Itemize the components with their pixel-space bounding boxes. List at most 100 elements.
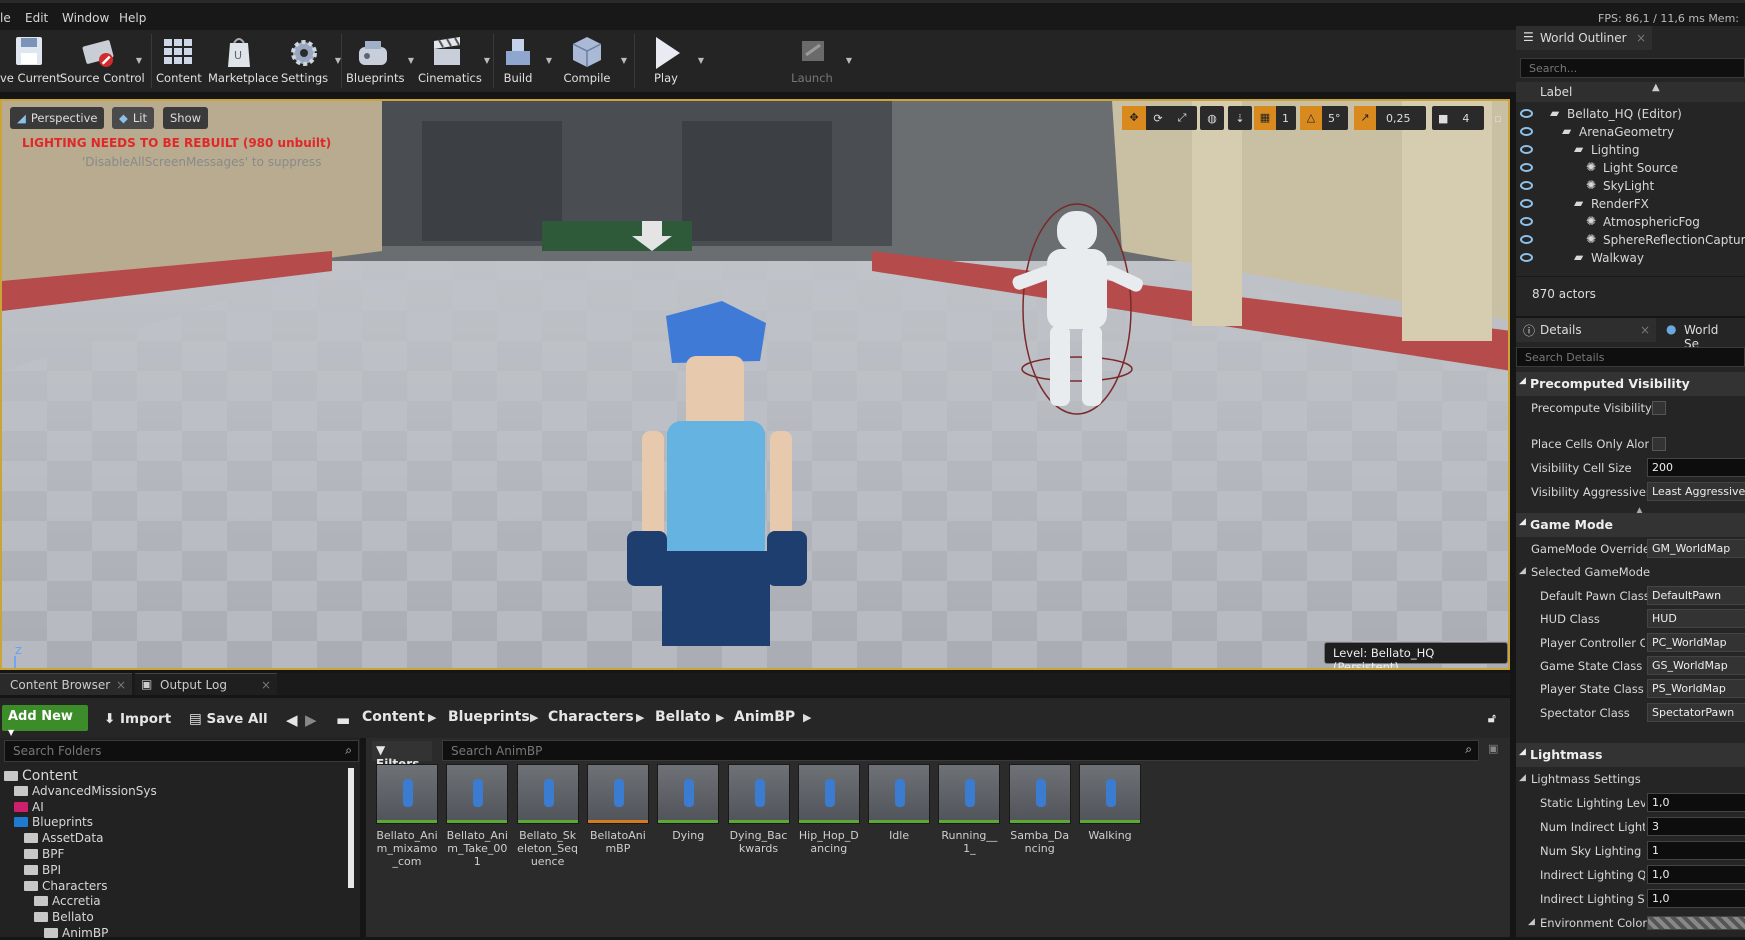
cell-size-input[interactable]: 200	[1647, 458, 1745, 477]
surface-snap-icon[interactable]: ⇣	[1228, 106, 1252, 130]
visibility-eye-icon[interactable]	[1520, 127, 1533, 136]
visibility-eye-icon[interactable]	[1520, 163, 1533, 172]
launch-dropdown-icon[interactable]: ▼	[846, 56, 852, 65]
save-current-button[interactable]: ve Current	[0, 30, 61, 92]
tab-content-browser[interactable]: Content Browser ×	[0, 673, 132, 695]
tab-world-outliner[interactable]: ☰ World Outliner ×	[1516, 26, 1652, 50]
level-viewport[interactable]: ◢ Perspective ◆ Lit Show LIGHTING NEEDS …	[0, 99, 1510, 670]
visibility-eye-icon[interactable]	[1520, 181, 1533, 190]
outliner-row[interactable]: ✺ AtmosphericFog	[1520, 214, 1745, 232]
blueprints-dropdown-icon[interactable]: ▼	[408, 56, 414, 65]
scale-icon[interactable]: ⤢	[1170, 111, 1194, 125]
viewport-show-button[interactable]: Show	[163, 107, 209, 129]
breadcrumb-arrow-icon[interactable]: ▶	[636, 711, 644, 724]
prop-selected-gamemode[interactable]: ◢ Selected GameMode	[1516, 560, 1745, 584]
tab-world-settings[interactable]: ● World Se	[1660, 318, 1745, 351]
sort-ascending-icon[interactable]: ▲	[1652, 82, 1660, 93]
close-icon[interactable]: ×	[116, 678, 126, 692]
compile-button[interactable]: Compile ▼	[561, 30, 627, 92]
breadcrumb-arrow-icon[interactable]: ▶	[716, 711, 724, 724]
folder-item[interactable]: Accretia	[34, 894, 101, 908]
add-new-button[interactable]: Add New ▼	[2, 705, 88, 737]
compile-dropdown-icon[interactable]: ▼	[621, 56, 627, 65]
indirect-smoothness-input[interactable]: 1,0	[1647, 889, 1745, 908]
cinematics-button[interactable]: Cinematics ▼	[418, 30, 490, 92]
game-state-dropdown[interactable]: GS_WorldMap	[1647, 656, 1745, 675]
forward-arrow-icon[interactable]: ▶	[305, 711, 317, 729]
asset-tile[interactable]: Hip_Hop_Dancing	[797, 764, 860, 855]
section-lightmass[interactable]: ◢ Lightmass	[1516, 743, 1745, 767]
precompute-visibility-checkbox[interactable]	[1652, 401, 1666, 415]
breadcrumb-arrow-icon[interactable]: ▶	[530, 711, 538, 724]
asset-search-input[interactable]: Search AnimBP ⌕	[442, 740, 1479, 761]
folder-item[interactable]: AI	[14, 800, 44, 814]
folder-item[interactable]: AssetData	[24, 831, 103, 845]
folder-item[interactable]: Blueprints	[14, 815, 93, 829]
details-search-input[interactable]: Search Details	[1516, 347, 1745, 367]
player-state-dropdown[interactable]: PS_WorldMap	[1647, 679, 1745, 698]
spectator-dropdown[interactable]: SpectatorPawn	[1647, 703, 1745, 722]
folder-item[interactable]: BPI	[24, 863, 61, 877]
tab-details[interactable]: ⓘ Details ×	[1516, 318, 1656, 342]
num-indirect-input[interactable]: 3	[1647, 817, 1745, 836]
asset-tile[interactable]: Idle	[868, 764, 931, 842]
rotation-snap-toggle[interactable]: △ 5°	[1300, 106, 1348, 130]
breadcrumb-content[interactable]: Content	[362, 709, 425, 725]
visibility-eye-icon[interactable]	[1520, 145, 1533, 154]
breadcrumb-bellato[interactable]: Bellato	[655, 709, 711, 725]
play-button[interactable]: Play ▼	[638, 30, 704, 92]
indirect-quality-input[interactable]: 1,0	[1647, 865, 1745, 884]
outliner-row[interactable]: ▰ RenderFX	[1520, 196, 1745, 214]
prop-lightmass-settings[interactable]: ◢ Lightmass Settings	[1516, 767, 1745, 791]
outliner-row[interactable]: ✺ SkyLight	[1520, 178, 1745, 196]
close-icon[interactable]: ×	[1636, 31, 1646, 45]
visibility-eye-icon[interactable]	[1520, 235, 1533, 244]
outliner-row[interactable]: ✺ SphereReflectionCaptur	[1520, 232, 1745, 250]
folder-search-input[interactable]: Search Folders ⌕	[4, 740, 359, 762]
asset-tile[interactable]: Walking	[1079, 764, 1141, 842]
save-all-button[interactable]: ▤ Save All	[189, 711, 268, 727]
outliner-row[interactable]: ✺ Light Source	[1520, 160, 1745, 178]
marketplace-button[interactable]: U Marketplace	[208, 30, 278, 92]
folder-item[interactable]: Characters	[24, 879, 108, 893]
translate-icon[interactable]: ✥	[1122, 106, 1146, 130]
outliner-row[interactable]: ▰ ArenaGeometry	[1520, 124, 1745, 142]
breadcrumb-animbp[interactable]: AnimBP	[734, 709, 795, 725]
collapse-arrow-icon[interactable]: ◢	[1528, 917, 1535, 927]
folder-item[interactable]: Bellato	[34, 910, 94, 924]
environment-color-swatch[interactable]	[1647, 916, 1745, 930]
asset-tile[interactable]: Dying_Backwards	[727, 764, 790, 855]
visibility-eye-icon[interactable]	[1520, 199, 1533, 208]
asset-tile[interactable]: Samba_Dancing	[1008, 764, 1071, 855]
import-button[interactable]: ⬇ Import	[104, 711, 171, 727]
num-sky-input[interactable]: 1	[1647, 841, 1745, 860]
asset-tile[interactable]: Bellato_Skeleton_Sequence	[516, 764, 579, 868]
menu-edit[interactable]: Edit	[25, 11, 48, 25]
viewport-perspective-button[interactable]: ◢ Perspective	[10, 107, 105, 129]
close-icon[interactable]: ×	[261, 678, 271, 692]
outliner-row[interactable]: ▰ Lighting	[1520, 142, 1745, 160]
folder-item[interactable]: AnimBP	[44, 926, 108, 940]
folder-item[interactable]: BPF	[24, 847, 64, 861]
place-cells-checkbox[interactable]	[1652, 437, 1666, 451]
default-pawn-dropdown[interactable]: DefaultPawn	[1647, 586, 1745, 605]
breadcrumb-characters[interactable]: Characters	[548, 709, 634, 725]
cinematics-dropdown-icon[interactable]: ▼	[484, 56, 490, 65]
breadcrumb-blueprints[interactable]: Blueprints	[448, 709, 530, 725]
menu-help[interactable]: Help	[119, 11, 146, 25]
breadcrumb-arrow-icon[interactable]: ▶	[428, 711, 436, 724]
camera-speed[interactable]: ■ 4	[1432, 106, 1484, 130]
asset-tile[interactable]: BellatoAnimBP	[586, 764, 649, 855]
scale-snap-value[interactable]: 0,25	[1376, 112, 1411, 125]
asset-tile[interactable]: Bellato_Anim_Take_001	[446, 764, 509, 868]
filters-button[interactable]: ▼ Filters	[372, 741, 432, 771]
source-control-button[interactable]: Source Control ▼	[60, 30, 145, 92]
folder-item[interactable]: AdvancedMissionSys	[14, 784, 157, 798]
scale-snap-toggle[interactable]: ↗ 0,25	[1354, 106, 1426, 130]
folder-item[interactable]: Content	[4, 768, 78, 784]
back-arrow-icon[interactable]: ◀	[286, 711, 298, 729]
outliner-row[interactable]: ▰ Walkway	[1520, 250, 1745, 268]
build-dropdown-icon[interactable]: ▼	[546, 56, 552, 65]
rotate-icon[interactable]: ⟳	[1146, 112, 1170, 125]
source-control-dropdown-icon[interactable]: ▼	[136, 56, 142, 65]
